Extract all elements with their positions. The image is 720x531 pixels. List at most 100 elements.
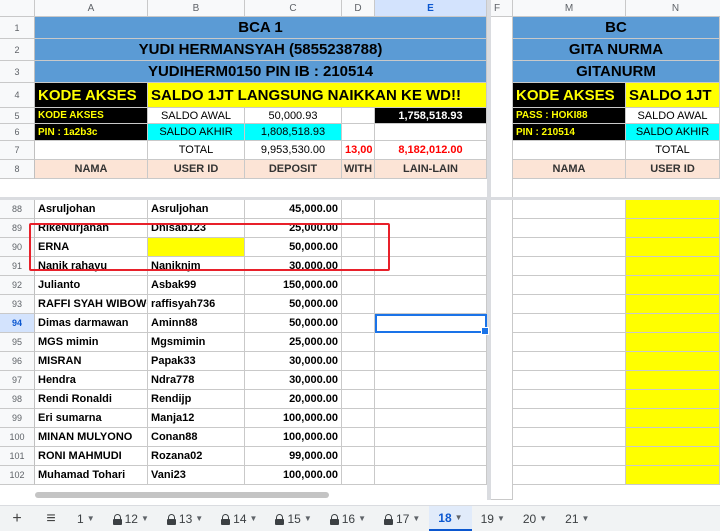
table-row-nama-right[interactable]: [513, 447, 626, 466]
table-row-userid-right[interactable]: [626, 257, 720, 276]
table-row-nama-right[interactable]: [513, 200, 626, 219]
table-row-with[interactable]: [342, 333, 375, 352]
table-row-with[interactable]: [342, 352, 375, 371]
promo-banner-left[interactable]: SALDO 1JT LANGSUNG NAIKKAN KE WD!!: [148, 83, 487, 108]
row-header[interactable]: 95: [0, 333, 35, 352]
col-header-with[interactable]: WITH: [342, 160, 375, 179]
table-row-nama[interactable]: Rendi Ronaldi: [35, 390, 148, 409]
table-row-deposit[interactable]: 50,000.00: [245, 295, 342, 314]
table-row-lain[interactable]: [375, 219, 487, 238]
chevron-down-icon[interactable]: ▼: [304, 514, 312, 523]
table-row-deposit[interactable]: 20,000.00: [245, 390, 342, 409]
table-row-userid-right[interactable]: [626, 466, 720, 485]
saldo-akhir-label-right[interactable]: SALDO AKHIR: [626, 124, 720, 141]
row-header[interactable]: 91: [0, 257, 35, 276]
table-row-nama-right[interactable]: [513, 219, 626, 238]
saldo-akhir-label[interactable]: SALDO AKHIR: [148, 124, 245, 141]
table-row-deposit[interactable]: 30,000.00: [245, 352, 342, 371]
table-row-userid-right[interactable]: [626, 447, 720, 466]
chevron-down-icon[interactable]: ▼: [412, 514, 420, 523]
table-row-userid-right[interactable]: [626, 428, 720, 447]
table-row-nama-right[interactable]: [513, 390, 626, 409]
account-name-right[interactable]: GITA NURMA: [513, 39, 720, 61]
account-pin-right[interactable]: GITANURM: [513, 61, 720, 83]
pin-cell-right[interactable]: PIN : 210514: [513, 124, 626, 141]
column-header-n[interactable]: N: [626, 0, 720, 17]
table-row-nama-right[interactable]: [513, 276, 626, 295]
promo-banner-right[interactable]: SALDO 1JT: [626, 83, 720, 108]
table-row-lain[interactable]: [375, 352, 487, 371]
table-row-userid-right[interactable]: [626, 219, 720, 238]
table-row-userid[interactable]: [148, 238, 245, 257]
table-row-userid[interactable]: Mgsmimin: [148, 333, 245, 352]
table-row-lain[interactable]: [375, 409, 487, 428]
kode-akses-header-right[interactable]: KODE AKSES: [513, 83, 626, 108]
table-row-nama[interactable]: MGS mimin: [35, 333, 148, 352]
saldo-awal-label-right[interactable]: SALDO AWAL: [626, 108, 720, 124]
table-row-nama[interactable]: MINAN MULYONO: [35, 428, 148, 447]
table-row-userid-right[interactable]: [626, 371, 720, 390]
table-row-nama[interactable]: Hendra: [35, 371, 148, 390]
table-row-userid[interactable]: Ndra778: [148, 371, 245, 390]
row-header[interactable]: 93: [0, 295, 35, 314]
chevron-down-icon[interactable]: ▼: [358, 514, 366, 523]
col-header-lain[interactable]: LAIN-LAIN: [375, 160, 487, 179]
table-row-with[interactable]: [342, 238, 375, 257]
chevron-down-icon[interactable]: ▼: [497, 514, 505, 523]
table-row-userid[interactable]: Papak33: [148, 352, 245, 371]
chevron-down-icon[interactable]: ▼: [250, 514, 258, 523]
table-row-userid[interactable]: raffisyah736: [148, 295, 245, 314]
spreadsheet-grid[interactable]: A B C D E F M N 1 2 3 4 5 6 7 8 BCA 1 YUDI HERMANSYAH (58…: [0, 0, 720, 500]
table-row-userid-right[interactable]: [626, 238, 720, 257]
column-header-c[interactable]: C: [245, 0, 342, 17]
table-row-deposit[interactable]: 100,000.00: [245, 409, 342, 428]
e6-cell[interactable]: [375, 124, 487, 141]
table-row-userid-right[interactable]: [626, 409, 720, 428]
table-row-with[interactable]: [342, 447, 375, 466]
row-header-4[interactable]: 4: [0, 83, 35, 108]
account-pin-left[interactable]: YUDIHERM0150 PIN IB : 210514: [35, 61, 487, 83]
sheet-tab-15[interactable]: 15 ▼: [266, 506, 320, 531]
table-row-nama-right[interactable]: [513, 333, 626, 352]
kode-akses-header-left[interactable]: KODE AKSES: [35, 83, 148, 108]
table-row-deposit[interactable]: 25,000.00: [245, 219, 342, 238]
pass-cell[interactable]: PASS : HOKI88: [513, 108, 626, 124]
sheet-title-left[interactable]: BCA 1: [35, 17, 487, 39]
row-header-5[interactable]: 5: [0, 108, 35, 124]
column-header-a[interactable]: A: [35, 0, 148, 17]
row-header-6[interactable]: 6: [0, 124, 35, 141]
table-row-userid[interactable]: Vani23: [148, 466, 245, 485]
table-row-userid-right[interactable]: [626, 314, 720, 333]
pin-cell[interactable]: PIN : 1a2b3c: [35, 124, 148, 141]
account-name-left[interactable]: YUDI HERMANSYAH (5855238788): [35, 39, 487, 61]
row-header[interactable]: 90: [0, 238, 35, 257]
table-row-nama-right[interactable]: [513, 314, 626, 333]
row-header[interactable]: 100: [0, 428, 35, 447]
table-row-nama[interactable]: Eri sumarna: [35, 409, 148, 428]
saldo-akhir-value[interactable]: 1,808,518.93: [245, 124, 342, 141]
col-header-nama-right[interactable]: NAMA: [513, 160, 626, 179]
row-header[interactable]: 99: [0, 409, 35, 428]
table-row-userid[interactable]: Dnisab123: [148, 219, 245, 238]
row-header[interactable]: 92: [0, 276, 35, 295]
sheet-tab-14[interactable]: 14 ▼: [212, 506, 266, 531]
chevron-down-icon[interactable]: ▼: [141, 514, 149, 523]
table-row-lain[interactable]: [375, 447, 487, 466]
table-row-nama[interactable]: RAFFI SYAH WIBOWO: [35, 295, 148, 314]
table-row-userid-right[interactable]: [626, 276, 720, 295]
table-row-userid[interactable]: Conan88: [148, 428, 245, 447]
chevron-down-icon[interactable]: ▼: [195, 514, 203, 523]
row-header[interactable]: 94: [0, 314, 35, 333]
table-row-with[interactable]: [342, 314, 375, 333]
column-header-e[interactable]: E: [375, 0, 487, 17]
table-row-deposit[interactable]: 25,000.00: [245, 333, 342, 352]
table-row-with[interactable]: [342, 200, 375, 219]
table-row-nama[interactable]: Nanik rahayu: [35, 257, 148, 276]
sheet-tab-1[interactable]: 1 ▼: [68, 506, 104, 531]
e5-value[interactable]: 1,758,518.93: [375, 108, 487, 124]
table-row-userid[interactable]: Aminn88: [148, 314, 245, 333]
m7-cell[interactable]: [513, 141, 626, 160]
row-header[interactable]: 98: [0, 390, 35, 409]
table-row-with[interactable]: [342, 428, 375, 447]
frozen-row-divider[interactable]: [0, 197, 720, 200]
